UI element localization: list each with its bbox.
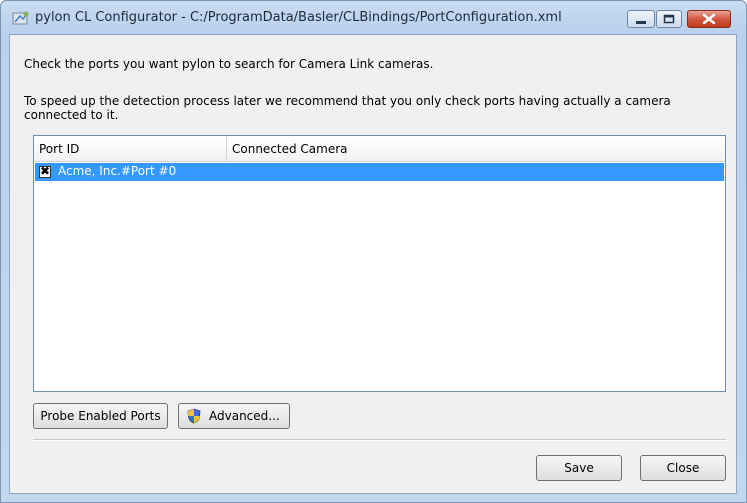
save-button[interactable]: Save xyxy=(536,455,622,481)
advanced-button-label: Advanced... xyxy=(209,409,280,423)
recommendation-text: To speed up the detection process later … xyxy=(24,94,671,122)
maximize-icon xyxy=(663,14,675,24)
ports-table[interactable]: Port ID Connected Camera ✖ Acme, Inc.#Po… xyxy=(33,135,726,392)
probe-enabled-ports-button[interactable]: Probe Enabled Ports xyxy=(33,403,168,429)
column-header-port-id[interactable]: Port ID xyxy=(34,136,227,161)
maximize-button[interactable] xyxy=(656,10,682,28)
separator xyxy=(33,439,726,441)
table-row[interactable]: ✖ Acme, Inc.#Port #0 xyxy=(35,163,724,181)
instruction-text: Check the ports you want pylon to search… xyxy=(24,57,434,71)
close-icon xyxy=(702,13,716,25)
window-title: pylon CL Configurator - C:/ProgramData/B… xyxy=(35,10,562,25)
minimize-button[interactable] xyxy=(627,10,655,28)
title-bar[interactable]: pylon CL Configurator - C:/ProgramData/B… xyxy=(1,1,746,33)
advanced-button[interactable]: Advanced... xyxy=(178,403,290,429)
uac-shield-icon xyxy=(187,408,201,424)
column-header-connected-camera[interactable]: Connected Camera xyxy=(227,136,725,161)
close-button[interactable]: Close xyxy=(640,455,726,481)
minimize-icon xyxy=(636,21,646,24)
port-checkbox[interactable]: ✖ xyxy=(39,164,51,178)
close-window-button[interactable] xyxy=(687,10,731,28)
table-header: Port ID Connected Camera xyxy=(34,136,725,162)
port-id-cell: Acme, Inc.#Port #0 xyxy=(58,164,177,178)
pylon-configurator-icon xyxy=(12,11,29,25)
